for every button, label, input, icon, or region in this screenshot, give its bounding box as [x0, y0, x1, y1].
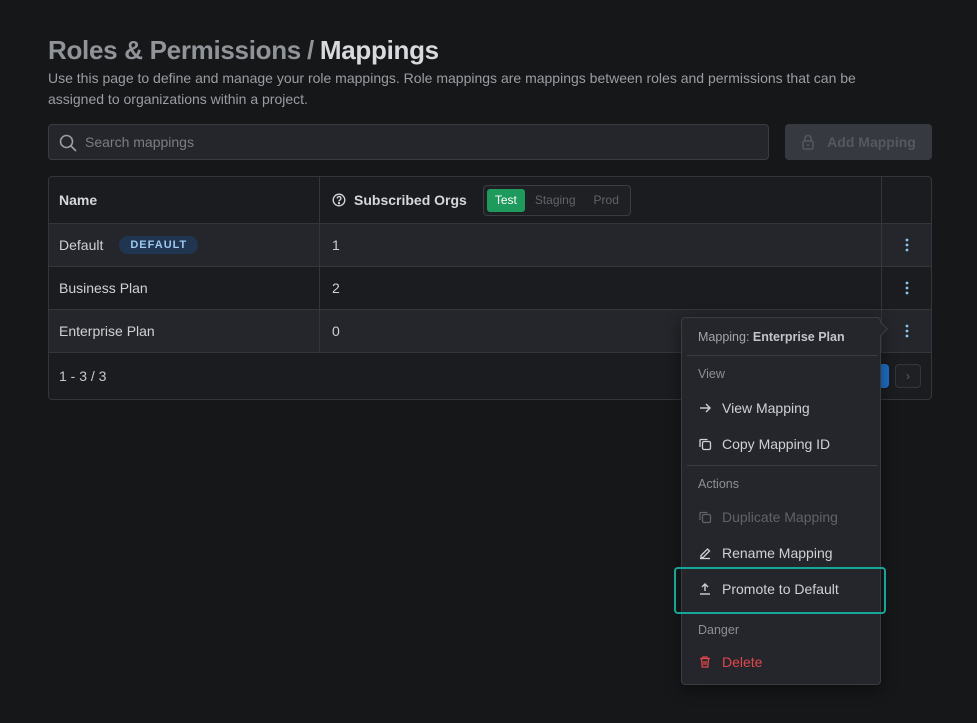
row-name: Default [59, 237, 104, 253]
duplicate-icon [699, 511, 712, 524]
menu-item-delete[interactable]: Delete [687, 645, 877, 679]
menu-item-label: Promote to Default [722, 581, 839, 597]
help-circle-icon[interactable] [332, 193, 346, 207]
row-orgs-cell: 2 [320, 267, 882, 309]
toolbar: Add Mapping [48, 124, 932, 160]
row-actions-cell [882, 224, 931, 266]
row-name-cell: Business Plan [49, 267, 320, 309]
menu-section-actions: Actions [698, 477, 739, 491]
column-header-actions [882, 177, 931, 223]
breadcrumb-current: Mappings [319, 35, 439, 65]
table-row[interactable]: Default DEFAULT 1 [49, 224, 931, 267]
menu-section-danger: Danger [698, 623, 739, 637]
menu-title-value: Enterprise Plan [752, 330, 845, 344]
edit-icon [700, 548, 711, 560]
menu-item-label: Rename Mapping [722, 545, 833, 561]
arrow-right-icon [700, 403, 711, 413]
menu-item-label: Duplicate Mapping [722, 509, 838, 525]
row-name: Enterprise Plan [59, 323, 155, 339]
subscribed-orgs-label: Subscribed Orgs [354, 192, 467, 208]
column-header-subscribed-orgs: Subscribed Orgs Test Staging Prod [320, 177, 882, 223]
env-option-test[interactable]: Test [486, 188, 525, 212]
menu-item-duplicate-mapping[interactable]: Duplicate Mapping [687, 500, 877, 534]
default-badge: DEFAULT [119, 236, 199, 254]
env-option-prod[interactable]: Prod [586, 189, 627, 212]
more-vertical-icon[interactable] [899, 280, 915, 296]
upload-icon [700, 583, 710, 595]
add-mapping-label: Add Mapping [827, 134, 916, 150]
menu-item-label: View Mapping [722, 400, 810, 416]
menu-title-prefix: Mapping: [698, 330, 750, 344]
lock-icon [802, 134, 814, 150]
menu-item-view-mapping[interactable]: View Mapping [687, 391, 877, 425]
menu-item-copy-mapping-id[interactable]: Copy Mapping ID [687, 427, 877, 461]
env-option-staging[interactable]: Staging [527, 189, 584, 212]
trash-icon [700, 656, 710, 668]
table-header-row: Name Subscribed Orgs Test Staging Prod [49, 177, 931, 224]
column-header-name[interactable]: Name [49, 177, 320, 223]
more-vertical-icon[interactable] [899, 323, 915, 339]
search-input[interactable] [85, 125, 755, 159]
pagination-range: 1 - 3 / 3 [59, 368, 107, 384]
menu-item-promote-to-default[interactable]: Promote to Default [687, 572, 877, 606]
breadcrumb-parent[interactable]: Roles & Permissions [48, 35, 301, 65]
pagination-next-button[interactable]: › [895, 364, 921, 388]
menu-item-label: Delete [722, 654, 763, 670]
page-description: Use this page to define and manage your … [48, 70, 856, 107]
table-row[interactable]: Business Plan 2 [49, 267, 931, 310]
search-field[interactable] [48, 124, 769, 160]
add-mapping-button[interactable]: Add Mapping [785, 124, 932, 160]
environment-toggle: Test Staging Prod [482, 184, 631, 216]
menu-item-rename-mapping[interactable]: Rename Mapping [687, 536, 877, 570]
page: Roles & Permissions / Mappings Use this pa… [48, 34, 932, 400]
more-vertical-icon[interactable] [899, 237, 915, 253]
row-orgs-cell: 1 [320, 224, 882, 266]
menu-divider [687, 355, 877, 356]
row-name-cell: Enterprise Plan [49, 310, 320, 352]
menu-item-label: Copy Mapping ID [722, 436, 831, 452]
search-icon [59, 134, 77, 152]
row-actions-cell [882, 310, 931, 352]
row-actions-cell [882, 267, 931, 309]
row-name-cell: Default DEFAULT [49, 224, 320, 266]
chevron-right-icon: › [906, 369, 910, 383]
copy-icon [699, 438, 712, 451]
menu-divider [687, 465, 877, 466]
menu-section-view: View [698, 367, 725, 381]
page-title: Roles & Permissions / Mappings [48, 34, 932, 66]
menu-title: Mapping: Enterprise Plan [698, 330, 845, 344]
row-context-menu: Mapping: Enterprise Plan View View Mappi… [681, 317, 889, 685]
breadcrumb-separator: / [306, 35, 314, 65]
row-name: Business Plan [59, 280, 148, 296]
